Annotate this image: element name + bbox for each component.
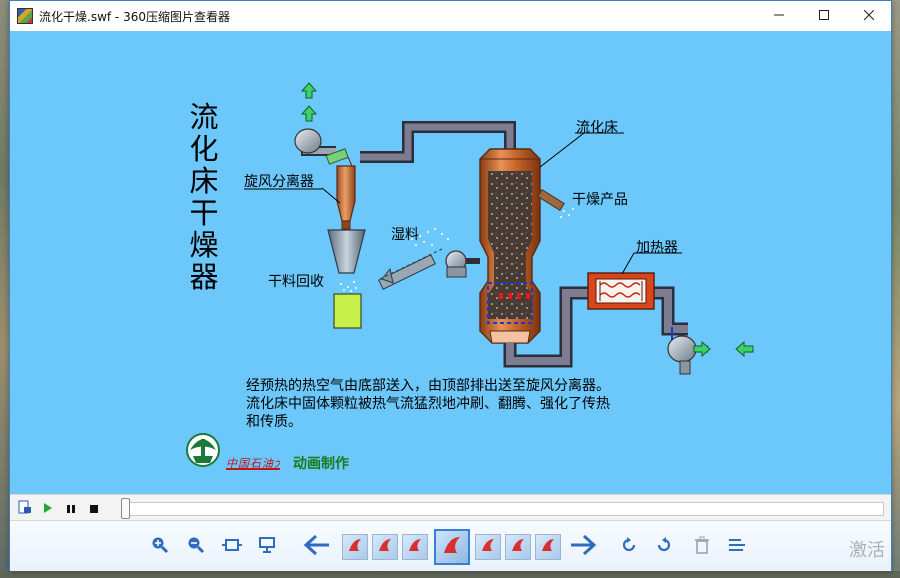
product-chute — [537, 189, 565, 211]
slideshow-icon — [258, 536, 276, 558]
thumbnail-1[interactable] — [342, 534, 368, 560]
main-title-char: 干 — [189, 196, 219, 230]
activation-watermark: 激活 — [849, 540, 885, 561]
fit-window-button[interactable] — [221, 536, 243, 558]
file-info-button[interactable] — [16, 499, 34, 517]
fluidized-bed-vessel — [479, 148, 541, 344]
label-recovery: 干料回收 — [268, 274, 324, 290]
slideshow-button[interactable] — [256, 536, 278, 558]
previous-icon — [303, 534, 331, 560]
thumbnail-active[interactable] — [434, 529, 470, 565]
next-button[interactable] — [568, 534, 598, 560]
air-out-arrow-bottom — [300, 105, 318, 122]
air-in-arrow-near — [693, 340, 711, 358]
flash-file-icon — [441, 534, 463, 560]
play-button[interactable] — [39, 499, 57, 517]
maximize-icon — [818, 9, 829, 24]
rotate-left-button[interactable] — [618, 536, 640, 558]
zoom-in-button[interactable] — [149, 536, 171, 558]
file-info-icon — [18, 499, 32, 518]
school-name: 中国石油大学 — [226, 455, 280, 470]
pause-button[interactable] — [62, 499, 80, 517]
flash-stage[interactable]: 流 化 床 干 燥 器 旋风分离器 流化床 干燥产品 湿料 加热器 干料回收 经… — [10, 31, 891, 494]
thumbnail-6[interactable] — [505, 534, 531, 560]
close-button[interactable] — [846, 1, 891, 31]
bed-leader — [539, 132, 585, 168]
playback-bar — [10, 494, 891, 521]
flash-file-icon — [407, 537, 423, 557]
close-icon — [863, 9, 874, 24]
menu-button[interactable] — [726, 536, 748, 558]
main-title-char: 床 — [189, 164, 219, 198]
stop-icon — [89, 499, 99, 518]
viewer-window: 流化干燥.swf - 360压缩图片查看器 流 化 床 干 燥 器 旋风分离器 … — [9, 0, 892, 571]
minimize-icon — [773, 9, 784, 24]
stop-button[interactable] — [85, 499, 103, 517]
thumbnail-7[interactable] — [535, 534, 561, 560]
label-heater: 加热器 — [636, 240, 678, 256]
desktop-left-edge — [0, 0, 9, 578]
main-title-char: 流 — [189, 100, 219, 134]
heater-leader — [621, 252, 635, 275]
flash-file-icon — [540, 537, 556, 557]
next-icon — [569, 534, 597, 560]
dry-product-container — [333, 293, 362, 329]
pause-icon — [66, 499, 76, 518]
exhaust-fan — [294, 128, 322, 154]
collection-hopper — [327, 229, 366, 274]
progress-handle[interactable] — [121, 498, 130, 519]
thumbnail-2[interactable] — [372, 534, 398, 560]
rotate-right-icon — [655, 536, 673, 558]
description-line: 和传质。 — [246, 414, 302, 430]
zoom-out-icon — [187, 536, 205, 558]
description-line: 流化床中固体颗粒被热气流猛烈地冲刷、翻腾、强化了传热 — [246, 396, 610, 412]
fit-window-icon — [222, 537, 242, 557]
flash-file-icon — [377, 537, 393, 557]
app-icon — [17, 8, 33, 24]
thumbnail-5[interactable] — [475, 534, 501, 560]
desktop-right-edge — [892, 0, 900, 578]
menu-icon — [728, 537, 746, 557]
flash-file-icon — [347, 537, 363, 557]
title-bar[interactable]: 流化干燥.swf - 360压缩图片查看器 — [10, 1, 891, 31]
label-bed: 流化床 — [576, 120, 618, 136]
progress-track[interactable] — [122, 502, 884, 516]
label-wet: 湿料 — [391, 227, 419, 243]
maximize-button[interactable] — [801, 1, 846, 31]
play-icon — [43, 499, 53, 518]
main-title-char: 化 — [189, 132, 219, 166]
main-title-char: 燥 — [189, 228, 219, 262]
window-title: 流化干燥.swf - 360压缩图片查看器 — [39, 10, 230, 24]
viewer-toolbar — [10, 521, 891, 571]
process-description: 经预热的热空气由底部送入，由顶部排出送至旋风分离器。 流化床中固体颗粒被热气流猛… — [246, 377, 666, 431]
flash-file-icon — [510, 537, 526, 557]
label-product: 干燥产品 — [572, 192, 628, 208]
air-in-arrow-far — [735, 340, 754, 358]
school-emblem — [186, 433, 220, 467]
rotate-left-icon — [620, 536, 638, 558]
minimize-button[interactable] — [756, 1, 801, 31]
previous-button[interactable] — [302, 534, 332, 560]
diagram-main-title: 流 化 床 干 燥 器 — [186, 101, 222, 293]
main-title-char: 器 — [189, 260, 219, 294]
thumbnail-3[interactable] — [402, 534, 428, 560]
screw-feeder — [378, 248, 443, 290]
desktop-bottom-edge — [0, 571, 900, 578]
cyclone-separator — [336, 165, 356, 222]
air-out-arrow-top — [300, 82, 318, 99]
description-line: 经预热的热空气由底部送入，由顶部排出送至旋风分离器。 — [246, 378, 610, 394]
zoom-in-icon — [151, 536, 169, 558]
delete-button[interactable] — [691, 536, 713, 558]
label-cyclone: 旋风分离器 — [244, 174, 314, 190]
rotate-right-button[interactable] — [653, 536, 675, 558]
delete-icon — [694, 536, 710, 558]
animation-credit: 动画制作 — [293, 456, 349, 472]
heater-unit — [587, 272, 655, 310]
blower-fan — [667, 335, 697, 363]
zoom-out-button[interactable] — [185, 536, 207, 558]
flash-file-icon — [480, 537, 496, 557]
